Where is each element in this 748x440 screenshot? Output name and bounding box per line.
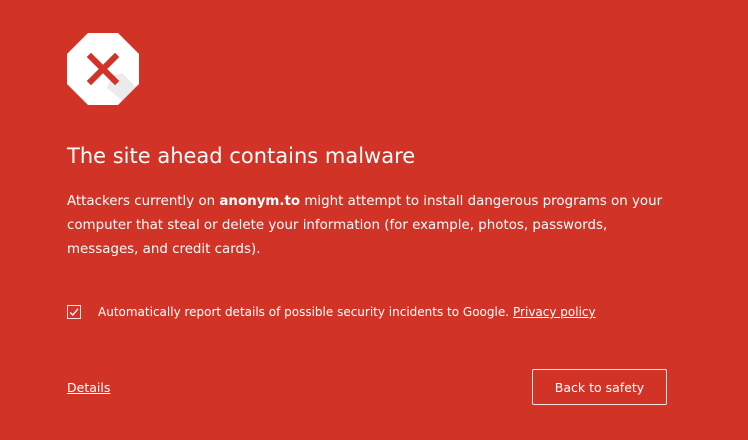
report-label: Automatically report details of possible… xyxy=(98,305,510,319)
report-option: Automatically report details of possible… xyxy=(67,302,596,322)
page-title: The site ahead contains malware xyxy=(67,144,416,168)
checkmark-icon xyxy=(69,308,79,316)
details-link[interactable]: Details xyxy=(67,380,110,395)
description-prefix: Attackers currently on xyxy=(67,194,220,209)
warning-description: Attackers currently on anonym.to might a… xyxy=(67,190,682,262)
site-name: anonym.to xyxy=(219,194,301,209)
report-checkbox[interactable] xyxy=(67,305,81,319)
interstitial-page: The site ahead contains malware Attacker… xyxy=(0,0,748,440)
malware-stop-icon xyxy=(67,33,139,105)
back-to-safety-button[interactable]: Back to safety xyxy=(532,369,667,405)
privacy-policy-link[interactable]: Privacy policy xyxy=(513,305,596,319)
